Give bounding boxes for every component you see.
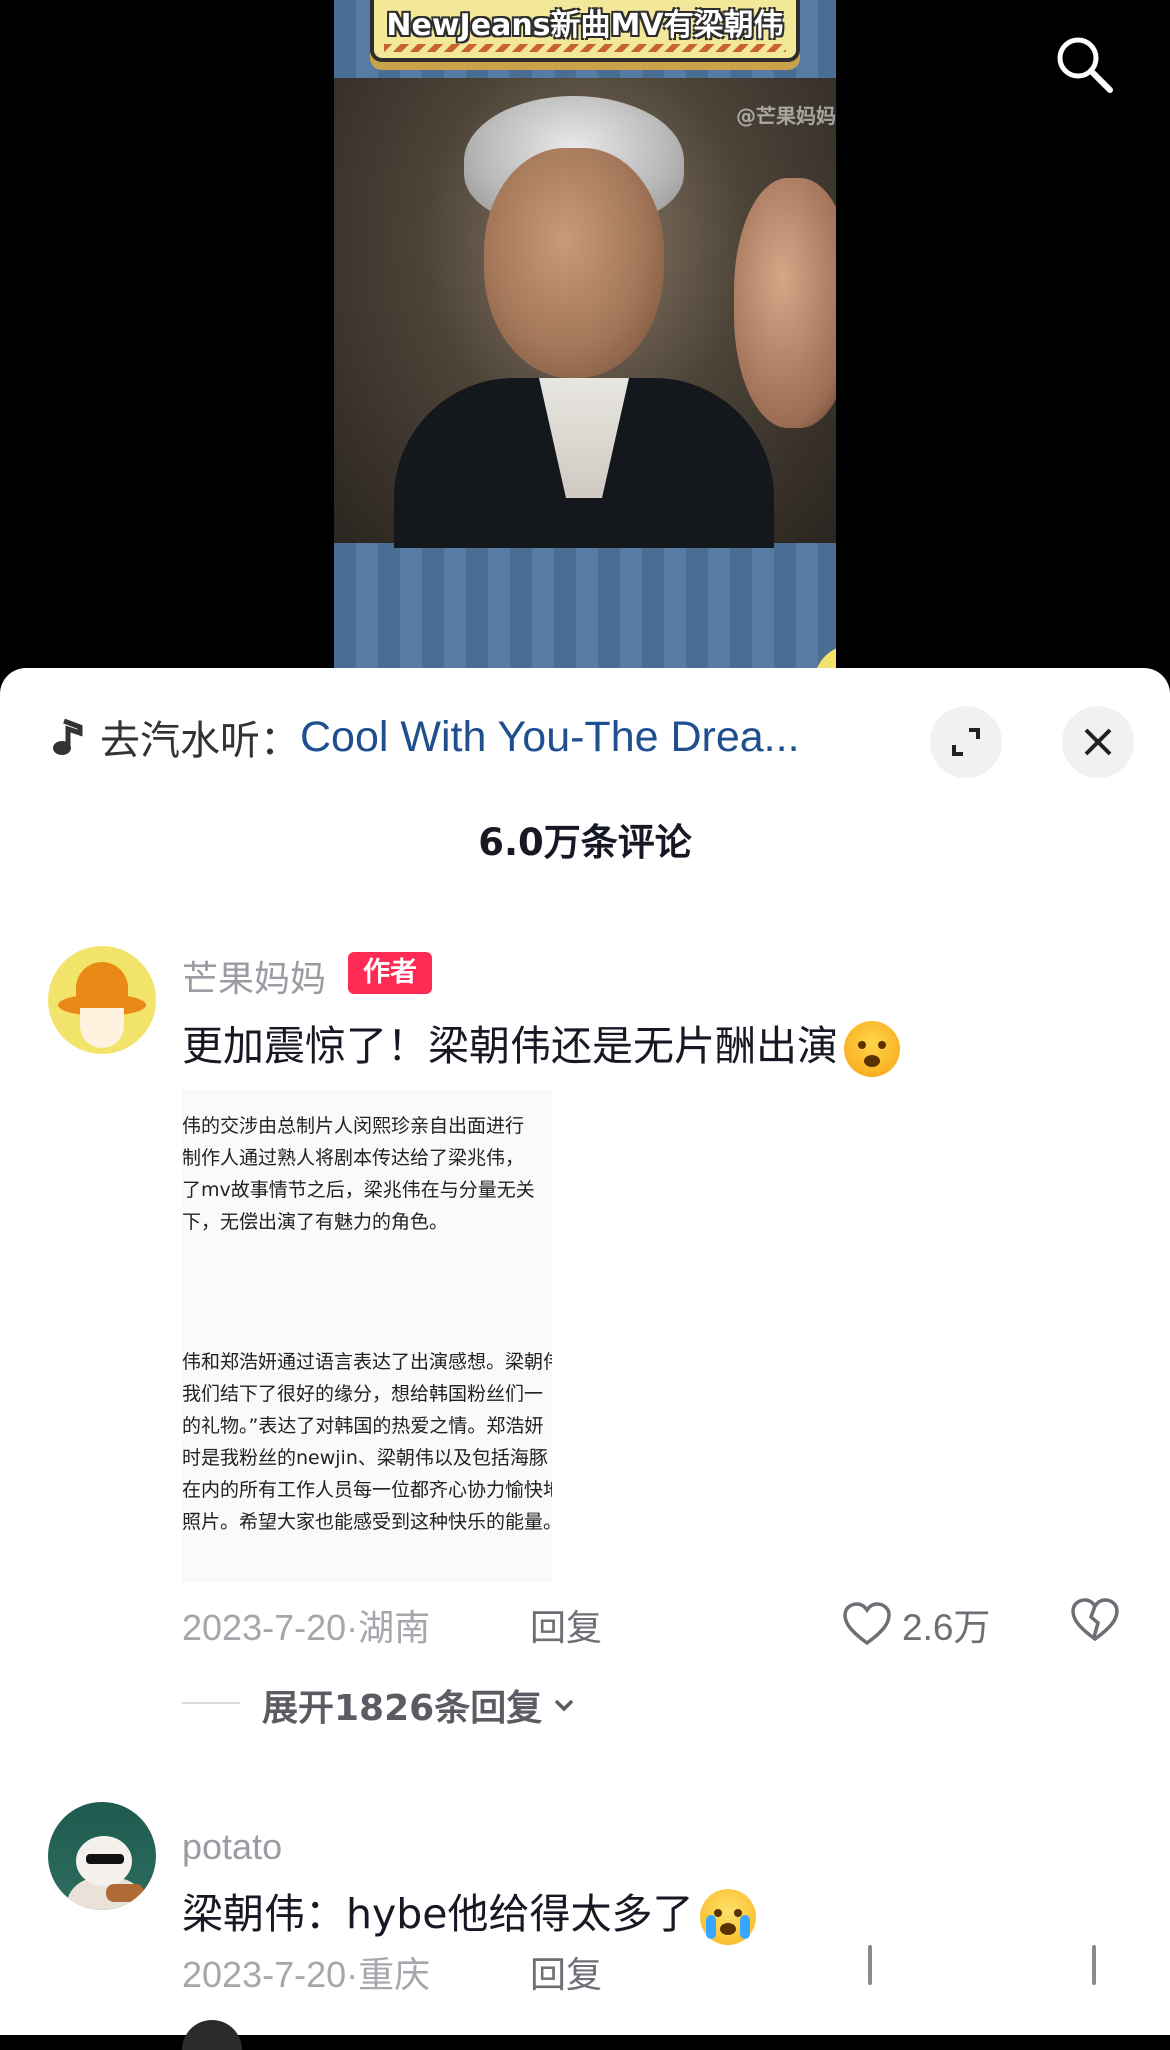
comment-text-content: 梁朝伟：hybe他给得太多了 (182, 1890, 694, 1938)
comment-text: 更加震惊了！梁朝伟还是无片酬出演 (182, 1012, 900, 1077)
comment-date: 2023-7-20 (182, 1954, 347, 1995)
reply-button[interactable]: 回复 (530, 1946, 602, 1998)
video-player[interactable]: NewJeans新曲MV有梁朝伟 @芒果妈妈 (0, 0, 1170, 700)
avatar[interactable] (48, 946, 156, 1054)
like-count: 2.6万 (902, 1607, 991, 1648)
avatar[interactable] (48, 1802, 156, 1910)
comment-meta: 2023-7-20·湖南 (182, 1607, 431, 1648)
next-comment-avatar-peek (182, 2020, 242, 2050)
broken-heart-icon[interactable] (1070, 1597, 1120, 1643)
comment-image-attachment[interactable]: 伟的交涉由总制片人闵熙珍亲自出面进行 制作人通过熟人将剧本传达给了梁兆伟， 了m… (182, 1090, 552, 1582)
video-still-image: @芒果妈妈 (334, 78, 836, 548)
comment-username[interactable]: 芒果妈妈 (182, 950, 326, 1002)
comments-sheet: 去汽水听： Cool With You-The Drea... 6.0万条评论 … (0, 668, 1170, 2050)
image-paragraph: 伟和郑浩妍通过语言表达了出演感想。梁朝伟 我们结下了很好的缘分，想给韩国粉丝们一… (182, 1351, 552, 1533)
close-button[interactable] (1062, 706, 1134, 778)
banner-stripe (384, 44, 786, 52)
background-person (734, 178, 836, 428)
music-note-icon (53, 718, 83, 755)
video-frame[interactable]: NewJeans新曲MV有梁朝伟 @芒果妈妈 (334, 0, 836, 700)
expand-icon (952, 728, 980, 756)
banner-text: NewJeans新曲MV有梁朝伟 (386, 8, 784, 43)
comment-username[interactable]: potato (182, 1826, 282, 1868)
music-link-bar[interactable]: 去汽水听： Cool With You-The Drea... (50, 712, 870, 764)
video-watermark: @芒果妈妈 (736, 104, 836, 128)
heart-icon (843, 1602, 891, 1646)
face-shape (80, 1008, 124, 1048)
close-icon (1084, 728, 1112, 756)
comment-date: 2023-7-20 (182, 1607, 347, 1648)
like-button[interactable]: 2.6万 (842, 1597, 990, 1651)
music-song-title[interactable]: Cool With You-The Drea... (300, 713, 800, 762)
scroll-indicator (868, 1945, 872, 1985)
music-prefix: 去汽水听： (100, 718, 300, 764)
comment-count-title: 6.0万条评论 (478, 821, 692, 864)
author-badge: 作者 (348, 952, 432, 994)
person-face (484, 148, 664, 378)
expand-button[interactable] (930, 706, 1002, 778)
expand-divider (182, 1702, 240, 1704)
crying-face-emoji (699, 1889, 756, 1945)
sunglasses-shape (86, 1854, 124, 1864)
angry-face-emoji (844, 1021, 900, 1077)
comment-text-content: 更加震惊了！梁朝伟还是无片酬出演 (182, 1022, 838, 1070)
expand-replies-label: 展开1826条回复 (262, 1688, 543, 1729)
video-title-banner: NewJeans新曲MV有梁朝伟 (370, 0, 800, 62)
search-icon[interactable] (1052, 32, 1116, 96)
reply-button[interactable]: 回复 (530, 1599, 602, 1651)
chevron-down-icon (554, 1699, 574, 1712)
comment-location: 重庆 (358, 1954, 431, 1995)
scroll-indicator (1092, 1945, 1096, 1985)
comment-location: 湖南 (358, 1607, 431, 1648)
expand-replies-button[interactable]: 展开1826条回复 (262, 1679, 578, 1731)
food-shape (106, 1884, 144, 1902)
image-paragraph: 伟的交涉由总制片人闵熙珍亲自出面进行 制作人通过熟人将剧本传达给了梁兆伟， 了m… (182, 1115, 535, 1233)
comment-meta: 2023-7-20·重庆 (182, 1954, 431, 1995)
comment-text: 梁朝伟：hybe他给得太多了 (182, 1880, 756, 1945)
